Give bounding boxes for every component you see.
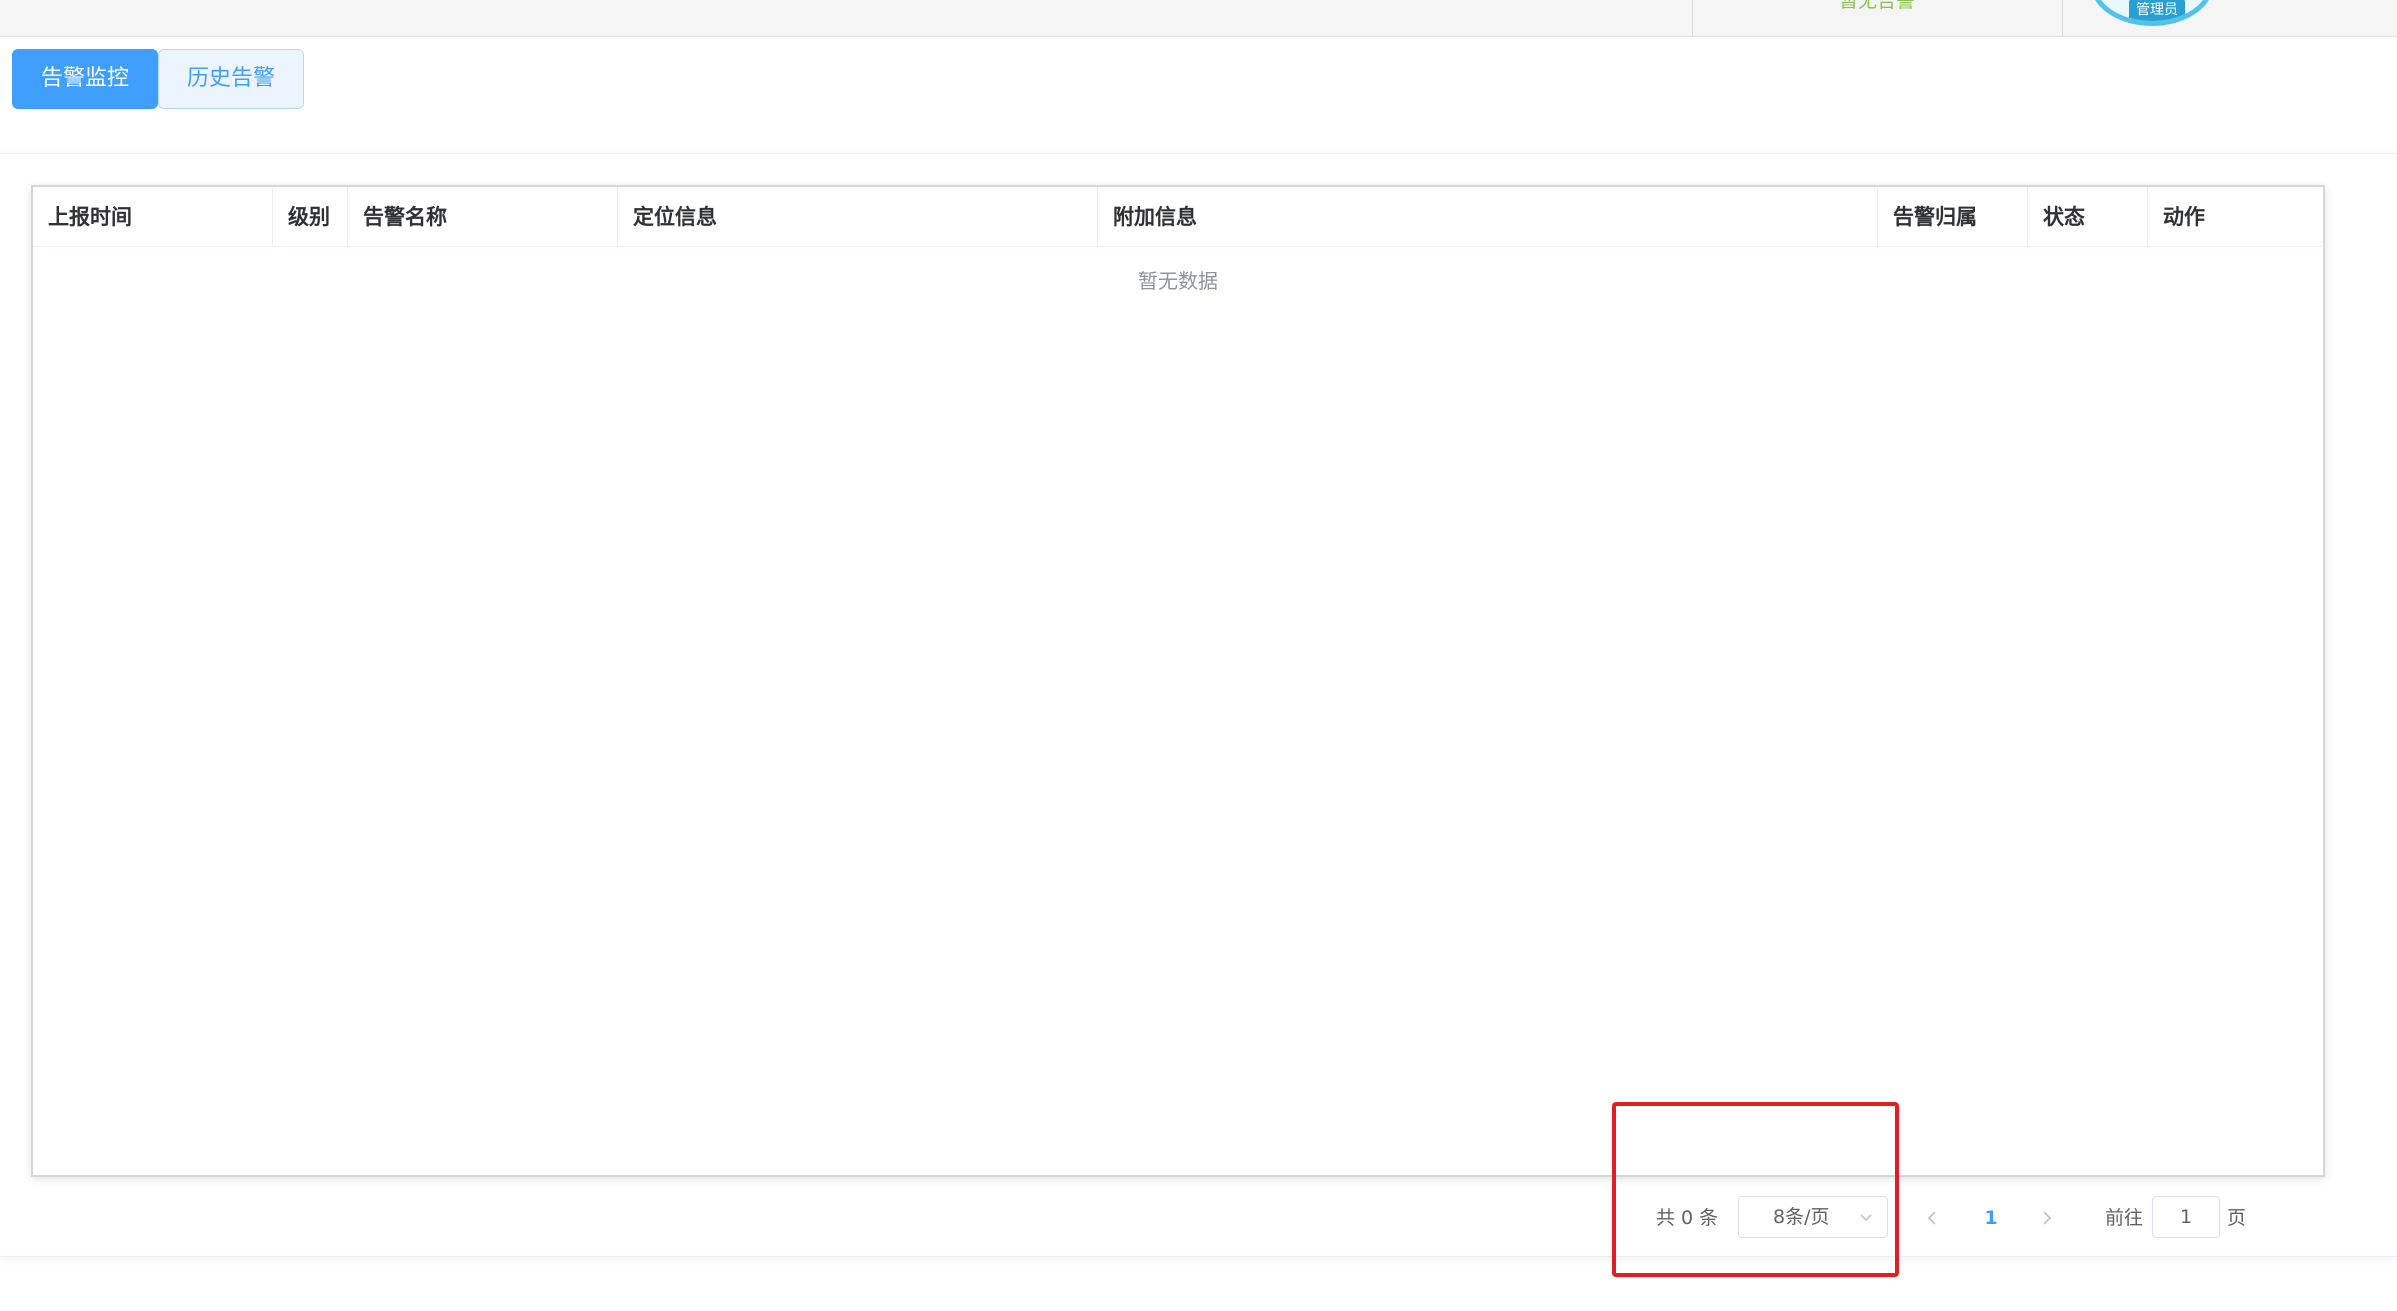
goto-page-input[interactable] — [2152, 1196, 2220, 1238]
column-header-alarm-owner[interactable]: 告警归属 — [1878, 187, 2028, 247]
goto-page-suffix: 页 — [2227, 1207, 2247, 1229]
column-header-action[interactable]: 动作 — [2148, 187, 2323, 247]
tab-alarm-history[interactable]: 历史告警 — [158, 49, 304, 109]
alarm-table: 上报时间 级别 告警名称 定位信息 附加信息 告警归属 状态 动作 暂无数据 — [31, 185, 2325, 1177]
column-header-alarm-name[interactable]: 告警名称 — [348, 187, 618, 247]
next-page-button[interactable] — [2032, 1203, 2062, 1233]
header-divider — [2062, 0, 2063, 37]
pagination-total: 共 0 条 — [1656, 1207, 1719, 1229]
user-avatar[interactable]: 管理员 — [2090, 0, 2214, 26]
chevron-right-icon — [2043, 1211, 2052, 1225]
table-empty-text: 暂无数据 — [1138, 269, 1218, 293]
goto-label: 前往 — [2105, 1207, 2144, 1229]
column-header-report-time[interactable]: 上报时间 — [33, 187, 273, 247]
top-header: 暂无告警 管理员 — [0, 0, 2397, 37]
column-header-status[interactable]: 状态 — [2028, 187, 2148, 247]
chevron-down-icon — [1860, 1214, 1872, 1222]
page-number-current[interactable]: 1 — [1974, 1203, 2008, 1233]
user-role-badge: 管理员 — [2129, 0, 2185, 21]
alarm-status-text: 暂无告警 — [1838, 0, 1915, 12]
chevron-left-icon — [1927, 1211, 1936, 1225]
tab-alarm-monitor[interactable]: 告警监控 — [12, 49, 158, 109]
page-size-select[interactable]: 8条/页 — [1738, 1196, 1888, 1238]
column-header-location-info[interactable]: 定位信息 — [618, 187, 1098, 247]
column-header-level[interactable]: 级别 — [273, 187, 348, 247]
table-header: 上报时间 级别 告警名称 定位信息 附加信息 告警归属 状态 动作 — [33, 187, 2323, 247]
prev-page-button[interactable] — [1917, 1203, 1947, 1233]
page-size-value: 8条/页 — [1773, 1206, 1830, 1228]
column-header-extra-info[interactable]: 附加信息 — [1098, 187, 1878, 247]
